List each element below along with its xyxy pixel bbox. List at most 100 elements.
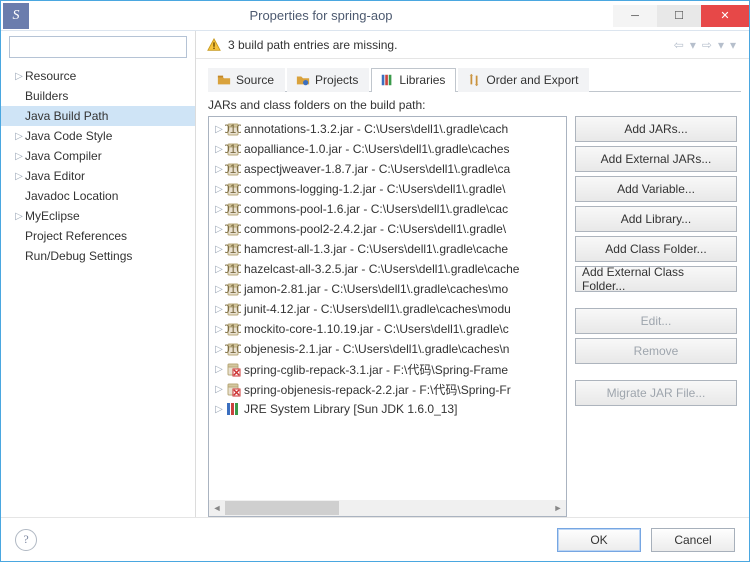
add-jars-button[interactable]: Add JARs... bbox=[575, 116, 737, 142]
jar-icon: 010 bbox=[225, 321, 241, 337]
properties-dialog: S Properties for spring-aop ─ ☐ ✕ ▷Resou… bbox=[0, 0, 750, 562]
back-icon[interactable]: ⇦ bbox=[674, 38, 684, 52]
add-external-class-folder-button[interactable]: Add External Class Folder... bbox=[575, 266, 737, 292]
svg-text:010: 010 bbox=[225, 282, 241, 296]
list-item-label: aopalliance-1.0.jar - C:\Users\dell1\.gr… bbox=[244, 142, 509, 156]
minimize-button[interactable]: ─ bbox=[613, 5, 657, 27]
svg-text:010: 010 bbox=[225, 222, 241, 236]
sidebar-item-run-debug-settings[interactable]: ▷Run/Debug Settings bbox=[1, 246, 195, 266]
source-icon bbox=[217, 73, 231, 87]
add-library-button[interactable]: Add Library... bbox=[575, 206, 737, 232]
expand-icon[interactable]: ▷ bbox=[213, 184, 225, 195]
list-item[interactable]: ▷010commons-pool2-2.4.2.jar - C:\Users\d… bbox=[209, 219, 566, 239]
list-item[interactable]: ▷010mockito-core-1.10.19.jar - C:\Users\… bbox=[209, 319, 566, 339]
list-item[interactable]: ▷ spring-objenesis-repack-2.2.jar - F:\代码… bbox=[209, 379, 566, 399]
list-item-label: annotations-1.3.2.jar - C:\Users\dell1\.… bbox=[244, 122, 508, 136]
scroll-left-icon[interactable]: ◄ bbox=[209, 500, 225, 516]
list-item-label: hamcrest-all-1.3.jar - C:\Users\dell1\.g… bbox=[244, 242, 508, 256]
expand-icon[interactable]: ▷ bbox=[213, 144, 225, 155]
tab-projects[interactable]: Projects bbox=[287, 68, 369, 92]
list-item[interactable]: ▷010annotations-1.3.2.jar - C:\Users\del… bbox=[209, 119, 566, 139]
tab-source[interactable]: Source bbox=[208, 68, 285, 92]
app-icon: S bbox=[3, 3, 29, 29]
expand-icon[interactable]: ▷ bbox=[213, 204, 225, 215]
tab-libraries[interactable]: Libraries bbox=[371, 68, 456, 92]
expand-icon[interactable]: ▷ bbox=[213, 324, 225, 335]
filter-input[interactable] bbox=[9, 36, 187, 58]
list-item[interactable]: ▷ spring-cglib-repack-3.1.jar - F:\代码\Spr… bbox=[209, 359, 566, 379]
sidebar-item-myeclipse[interactable]: ▷MyEclipse bbox=[1, 206, 195, 226]
sidebar-item-resource[interactable]: ▷Resource bbox=[1, 66, 195, 86]
sidebar-item-label: Builders bbox=[25, 89, 68, 103]
list-item[interactable]: ▷010junit-4.12.jar - C:\Users\dell1\.gra… bbox=[209, 299, 566, 319]
svg-text:010: 010 bbox=[225, 202, 241, 216]
expand-icon[interactable]: ▷ bbox=[213, 384, 225, 395]
sidebar-item-builders[interactable]: ▷Builders bbox=[1, 86, 195, 106]
list-item[interactable]: ▷010hamcrest-all-1.3.jar - C:\Users\dell… bbox=[209, 239, 566, 259]
close-button[interactable]: ✕ bbox=[701, 5, 749, 27]
expand-icon[interactable]: ▷ bbox=[213, 264, 225, 275]
sidebar-item-label: Resource bbox=[25, 69, 76, 83]
list-item[interactable]: ▷010hazelcast-all-3.2.5.jar - C:\Users\d… bbox=[209, 259, 566, 279]
cancel-button[interactable]: Cancel bbox=[651, 528, 735, 552]
list-item-label: mockito-core-1.10.19.jar - C:\Users\dell… bbox=[244, 322, 509, 336]
forward-drop-icon[interactable]: ▾ bbox=[718, 38, 724, 52]
sidebar-item-java-code-style[interactable]: ▷Java Code Style bbox=[1, 126, 195, 146]
expand-icon[interactable]: ▷ bbox=[213, 164, 225, 175]
expand-icon[interactable]: ▷ bbox=[213, 224, 225, 235]
remove-button[interactable]: Remove bbox=[575, 338, 737, 364]
list-item[interactable]: ▷JRE System Library [Sun JDK 1.6.0_13] bbox=[209, 399, 566, 419]
list-item[interactable]: ▷010aopalliance-1.0.jar - C:\Users\dell1… bbox=[209, 139, 566, 159]
migrate-jar-button[interactable]: Migrate JAR File... bbox=[575, 380, 737, 406]
expand-icon[interactable]: ▷ bbox=[213, 304, 225, 315]
projects-icon bbox=[296, 73, 310, 87]
jar-list[interactable]: ▷010annotations-1.3.2.jar - C:\Users\del… bbox=[208, 116, 567, 517]
maximize-button[interactable]: ☐ bbox=[657, 5, 701, 27]
sidebar-item-label: MyEclipse bbox=[25, 209, 80, 223]
sidebar-item-label: Javadoc Location bbox=[25, 189, 118, 203]
add-class-folder-button[interactable]: Add Class Folder... bbox=[575, 236, 737, 262]
svg-text:010: 010 bbox=[225, 142, 241, 156]
sidebar-item-java-editor[interactable]: ▷Java Editor bbox=[1, 166, 195, 186]
list-item[interactable]: ▷010commons-logging-1.2.jar - C:\Users\d… bbox=[209, 179, 566, 199]
sidebar-item-java-compiler[interactable]: ▷Java Compiler bbox=[1, 146, 195, 166]
jar-icon: 010 bbox=[225, 341, 241, 357]
svg-text:010: 010 bbox=[225, 242, 241, 256]
list-item-label: jamon-2.81.jar - C:\Users\dell1\.gradle\… bbox=[244, 282, 508, 296]
expand-icon[interactable]: ▷ bbox=[213, 284, 225, 295]
back-drop-icon[interactable]: ▾ bbox=[690, 38, 696, 52]
expand-icon[interactable]: ▷ bbox=[213, 364, 225, 375]
list-item[interactable]: ▷010commons-pool-1.6.jar - C:\Users\dell… bbox=[209, 199, 566, 219]
list-item[interactable]: ▷010objenesis-2.1.jar - C:\Users\dell1\.… bbox=[209, 339, 566, 359]
sidebar-item-javadoc-location[interactable]: ▷Javadoc Location bbox=[1, 186, 195, 206]
horizontal-scrollbar[interactable]: ◄ ► bbox=[209, 500, 566, 516]
sidebar-item-java-build-path[interactable]: ▷Java Build Path bbox=[1, 106, 195, 126]
jar-icon: 010 bbox=[225, 141, 241, 157]
list-item-label: aspectjweaver-1.8.7.jar - C:\Users\dell1… bbox=[244, 162, 510, 176]
expand-icon[interactable]: ▷ bbox=[213, 244, 225, 255]
ok-button[interactable]: OK bbox=[557, 528, 641, 552]
edit-button[interactable]: Edit... bbox=[575, 308, 737, 334]
jar-icon: 010 bbox=[225, 221, 241, 237]
expand-icon[interactable]: ▷ bbox=[213, 344, 225, 355]
list-item-label: spring-cglib-repack-3.1.jar - F:\代码\Spri… bbox=[244, 361, 508, 378]
add-variable-button[interactable]: Add Variable... bbox=[575, 176, 737, 202]
tab-order-and-export[interactable]: Order and Export bbox=[458, 68, 589, 92]
action-button-column: Add JARs... Add External JARs... Add Var… bbox=[575, 116, 737, 517]
expand-icon[interactable]: ▷ bbox=[213, 404, 225, 415]
menu-drop-icon[interactable]: ▾ bbox=[730, 38, 736, 52]
tab-label: Projects bbox=[315, 73, 358, 87]
scroll-thumb[interactable] bbox=[225, 501, 339, 515]
list-item-label: spring-objenesis-repack-2.2.jar - F:\代码\… bbox=[244, 381, 511, 398]
list-item[interactable]: ▷010jamon-2.81.jar - C:\Users\dell1\.gra… bbox=[209, 279, 566, 299]
scroll-right-icon[interactable]: ► bbox=[550, 500, 566, 516]
sidebar-item-label: Java Code Style bbox=[25, 129, 112, 143]
sidebar-item-project-references[interactable]: ▷Project References bbox=[1, 226, 195, 246]
expand-icon[interactable]: ▷ bbox=[213, 124, 225, 135]
titlebar[interactable]: S Properties for spring-aop ─ ☐ ✕ bbox=[1, 1, 749, 31]
add-external-jars-button[interactable]: Add External JARs... bbox=[575, 146, 737, 172]
help-button[interactable]: ? bbox=[15, 529, 37, 551]
expand-icon: ▷ bbox=[13, 131, 25, 142]
forward-icon[interactable]: ⇨ bbox=[702, 38, 712, 52]
list-item[interactable]: ▷010aspectjweaver-1.8.7.jar - C:\Users\d… bbox=[209, 159, 566, 179]
